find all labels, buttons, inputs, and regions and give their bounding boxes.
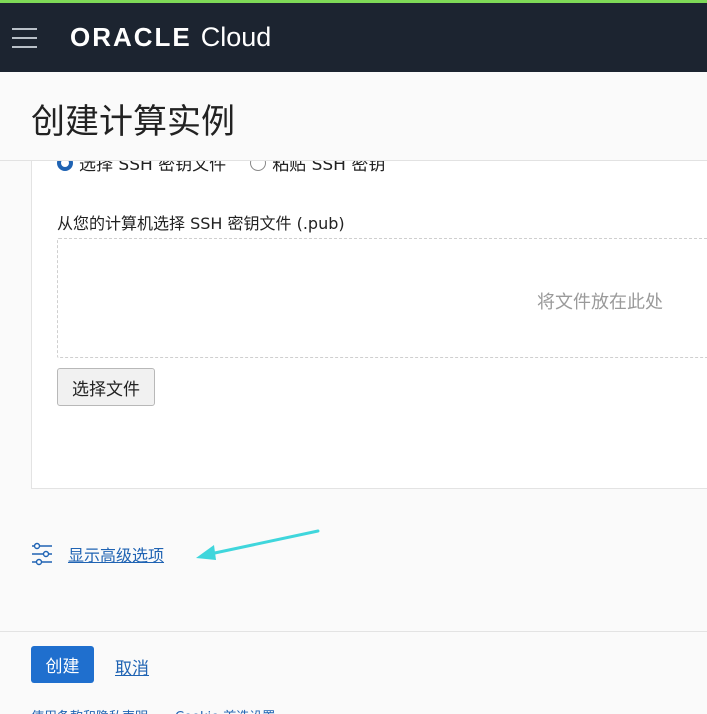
hamburger-menu-icon[interactable] <box>12 28 37 48</box>
file-dropzone[interactable]: 将文件放在此处 <box>57 238 707 358</box>
top-header: ORACLE Cloud <box>0 3 707 72</box>
cancel-link[interactable]: 取消 <box>115 654 149 679</box>
terms-privacy-link[interactable]: 使用条款和隐私声明 <box>31 706 148 714</box>
form-footer: 创建 取消 <box>0 631 707 699</box>
create-button[interactable]: 创建 <box>31 646 94 683</box>
dropzone-text: 将文件放在此处 <box>537 292 663 313</box>
annotation-arrow <box>196 529 320 560</box>
logo-oracle-text: ORACLE <box>70 21 192 52</box>
show-advanced-options-link[interactable]: 显示高级选项 <box>68 542 164 566</box>
show-advanced-options[interactable]: 显示高级选项 <box>31 542 164 566</box>
oracle-cloud-logo[interactable]: ORACLE Cloud <box>70 19 271 55</box>
choose-file-button[interactable]: 选择文件 <box>57 368 155 406</box>
cookie-preferences-link[interactable]: Cookie 首选设置 <box>175 706 275 714</box>
logo-cloud-text: Cloud <box>200 21 272 52</box>
ssh-file-label: 从您的计算机选择 SSH 密钥文件 (.pub) <box>57 214 345 233</box>
page-bottom-links: 使用条款和隐私声明 Cookie 首选设置 <box>0 697 707 714</box>
sliders-icon <box>32 542 52 566</box>
page-title: 创建计算实例 <box>31 102 235 142</box>
page-title-bar: 创建计算实例 <box>0 72 707 161</box>
